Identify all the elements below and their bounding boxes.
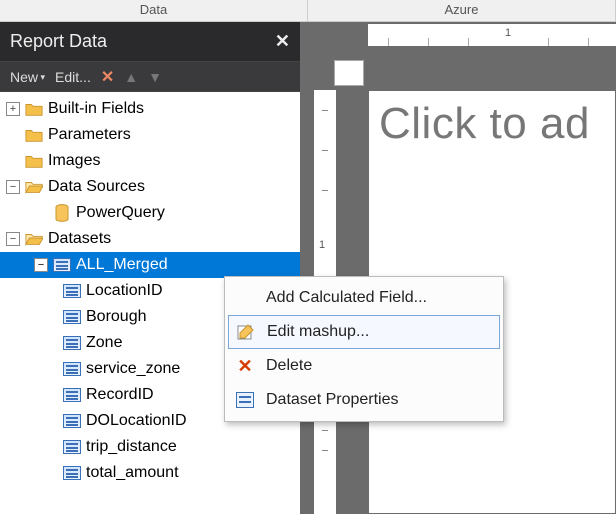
- ctx-delete[interactable]: ✕ Delete: [228, 349, 500, 383]
- blank-icon: [234, 287, 256, 309]
- collapse-icon[interactable]: −: [6, 232, 20, 246]
- delete-icon: ✕: [234, 355, 256, 377]
- ctx-dataset-properties[interactable]: Dataset Properties: [228, 383, 500, 417]
- panel-toolbar: New Edit... ✕ ▲ ▼: [0, 62, 300, 92]
- folder-icon: [24, 152, 44, 170]
- close-icon[interactable]: ✕: [275, 31, 290, 52]
- ruler-number: 1: [505, 27, 511, 39]
- tree-builtin-fields[interactable]: + Built-in Fields: [0, 96, 300, 122]
- move-up-icon[interactable]: ▲: [124, 69, 138, 85]
- database-icon: [52, 204, 72, 222]
- folder-open-icon: [24, 178, 44, 196]
- field-icon: [62, 386, 82, 404]
- tree-datasources[interactable]: − Data Sources: [0, 174, 300, 200]
- field-icon: [62, 412, 82, 430]
- menu-data[interactable]: Data: [0, 0, 308, 21]
- folder-open-icon: [24, 230, 44, 248]
- tree-label: RecordID: [86, 386, 154, 404]
- field-icon: [62, 360, 82, 378]
- tree-field[interactable]: total_amount: [0, 460, 300, 486]
- ctx-label: Delete: [266, 357, 312, 375]
- dataset-icon: [52, 256, 72, 274]
- ctx-label: Add Calculated Field...: [266, 289, 427, 307]
- tree-label: DOLocationID: [86, 412, 187, 430]
- tree-label: Built-in Fields: [48, 100, 144, 118]
- tree-label: trip_distance: [86, 438, 177, 456]
- tree-label: Images: [48, 152, 100, 170]
- field-icon: [62, 438, 82, 456]
- collapse-icon[interactable]: −: [6, 180, 20, 194]
- tree-all-merged[interactable]: − ALL_Merged: [0, 252, 300, 278]
- tree-label: Parameters: [48, 126, 131, 144]
- ruler-horizontal: 1: [368, 24, 616, 46]
- field-icon: [62, 308, 82, 326]
- tree-images[interactable]: Images: [0, 148, 300, 174]
- report-data-panel: Report Data ✕ New Edit... ✕ ▲ ▼ + Built-…: [0, 22, 300, 514]
- folder-icon: [24, 100, 44, 118]
- ruler-corner: [334, 60, 364, 86]
- ctx-edit-mashup[interactable]: Edit mashup...: [228, 315, 500, 349]
- field-icon: [62, 334, 82, 352]
- menu-azure[interactable]: Azure: [308, 0, 616, 21]
- title-placeholder[interactable]: Click to ad: [379, 99, 590, 149]
- move-down-icon[interactable]: ▼: [148, 69, 162, 85]
- tree-datasets[interactable]: − Datasets: [0, 226, 300, 252]
- panel-title: Report Data: [10, 31, 107, 52]
- tree-label: Zone: [86, 334, 122, 352]
- edit-icon: [235, 321, 257, 343]
- tree-label: PowerQuery: [76, 204, 165, 222]
- collapse-icon[interactable]: −: [34, 258, 48, 272]
- field-icon: [62, 464, 82, 482]
- tree-label: Borough: [86, 308, 147, 326]
- context-menu: Add Calculated Field... Edit mashup... ✕…: [224, 276, 504, 422]
- tree-label: Data Sources: [48, 178, 145, 196]
- new-button[interactable]: New: [10, 69, 45, 85]
- delete-icon[interactable]: ✕: [101, 67, 114, 87]
- edit-button[interactable]: Edit...: [55, 69, 91, 85]
- expand-icon[interactable]: +: [6, 102, 20, 116]
- menubar: Data Azure: [0, 0, 616, 22]
- tree-label: total_amount: [86, 464, 179, 482]
- ctx-label: Edit mashup...: [267, 323, 369, 341]
- tree-label: ALL_Merged: [76, 256, 168, 274]
- tree-field[interactable]: trip_distance: [0, 434, 300, 460]
- tree-label: LocationID: [86, 282, 163, 300]
- folder-icon: [24, 126, 44, 144]
- tree-powerquery[interactable]: PowerQuery: [0, 200, 300, 226]
- field-icon: [62, 282, 82, 300]
- ctx-add-calculated-field[interactable]: Add Calculated Field...: [228, 281, 500, 315]
- tree-parameters[interactable]: Parameters: [0, 122, 300, 148]
- tree-label: Datasets: [48, 230, 111, 248]
- ctx-label: Dataset Properties: [266, 391, 399, 409]
- design-surface: 1 1 Click to ad: [300, 22, 616, 514]
- properties-icon: [234, 389, 256, 411]
- tree-label: service_zone: [86, 360, 180, 378]
